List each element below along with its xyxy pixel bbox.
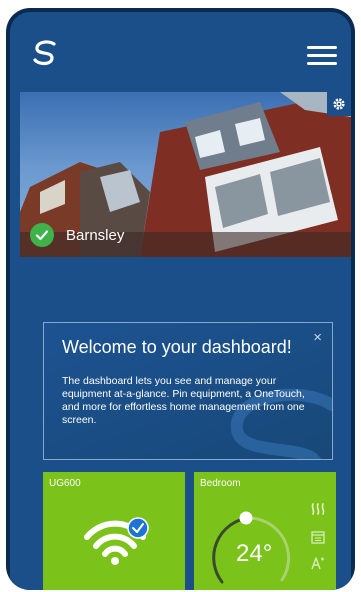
welcome-panel: Welcome to your dashboard! × The dashboa… bbox=[43, 322, 333, 460]
tile-title: UG600 bbox=[49, 478, 81, 489]
status-check-icon bbox=[30, 223, 54, 247]
device-tile-ug600[interactable]: UG600 bbox=[43, 472, 185, 590]
phone-frame: Barnsley Welcome to your dashboard! × Th… bbox=[6, 8, 355, 590]
dial-handle bbox=[239, 511, 253, 525]
close-icon[interactable]: × bbox=[313, 329, 322, 346]
tile-title: Bedroom bbox=[200, 478, 241, 489]
location-label: Barnsley bbox=[30, 223, 124, 247]
welcome-description: The dashboard lets you see and manage yo… bbox=[62, 375, 305, 426]
location-settings-button[interactable] bbox=[327, 92, 351, 116]
temperature-readout: 24° bbox=[236, 540, 273, 567]
room-action-icons bbox=[308, 498, 328, 576]
dashboard-screen: Barnsley Welcome to your dashboard! × Th… bbox=[10, 12, 351, 590]
top-bar bbox=[10, 12, 351, 88]
temperature-boost-icon[interactable] bbox=[308, 550, 328, 576]
wifi-icon bbox=[84, 517, 149, 565]
app-logo-icon[interactable] bbox=[30, 38, 60, 68]
welcome-title: Welcome to your dashboard! bbox=[62, 337, 292, 357]
room-tile-bedroom[interactable]: Bedroom 24° bbox=[194, 472, 336, 590]
hamburger-menu-icon[interactable] bbox=[307, 46, 337, 68]
schedule-icon[interactable] bbox=[308, 524, 328, 550]
heat-icon[interactable] bbox=[308, 498, 328, 524]
location-name: Barnsley bbox=[66, 226, 125, 244]
location-banner[interactable]: Barnsley bbox=[20, 92, 351, 257]
gear-icon bbox=[333, 98, 345, 110]
